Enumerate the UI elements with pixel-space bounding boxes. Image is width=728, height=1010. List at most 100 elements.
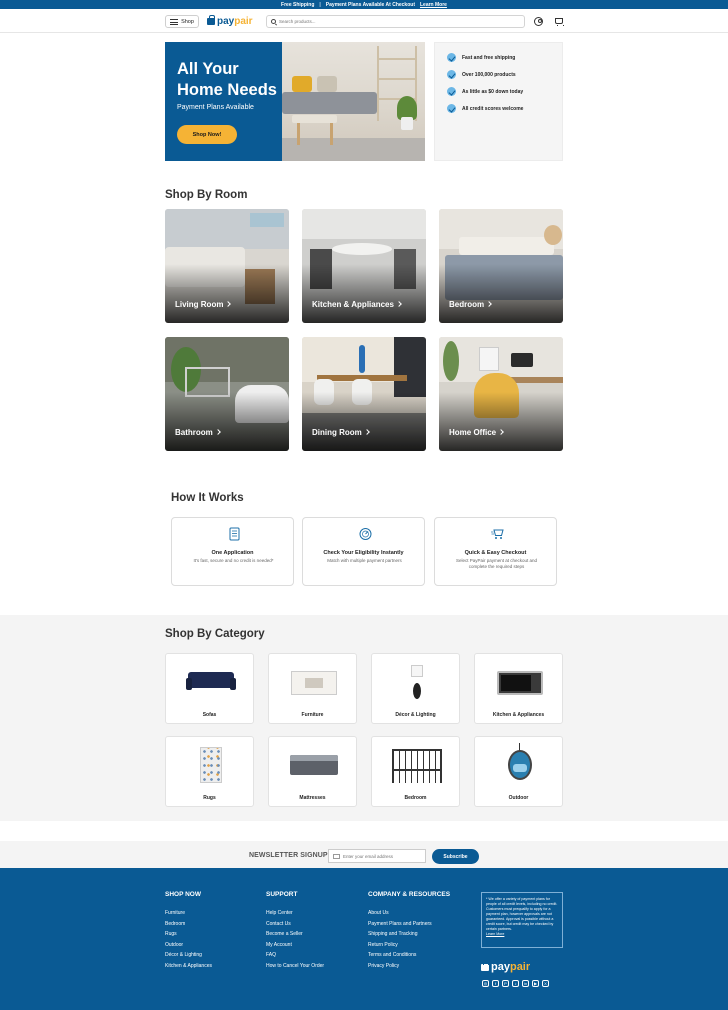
site-logo[interactable]: pay pair (207, 15, 253, 27)
chevron-right-icon (363, 429, 370, 435)
footer-link[interactable]: Privacy Policy (368, 963, 399, 969)
footer-link[interactable]: FAQ (266, 952, 276, 958)
category-card-furniture[interactable]: Furniture (268, 653, 357, 724)
footer-support-heading: SUPPORT (266, 891, 298, 898)
footer-link[interactable]: Help Center (266, 910, 293, 916)
rug-illustration (200, 747, 222, 783)
how-step-card: Quick & Easy Checkout Select PayPair pay… (434, 517, 557, 586)
category-label: Décor & Lighting (395, 712, 436, 718)
footer-link[interactable]: How to Cancel Your Order (266, 963, 324, 969)
check-icon (447, 104, 456, 113)
chevron-right-icon (486, 301, 492, 307)
search-icon (271, 19, 276, 24)
category-label: Outdoor (508, 795, 529, 801)
footer-link[interactable]: Terms and Conditions (368, 952, 416, 958)
footer-link[interactable]: Décor & Lighting (165, 952, 202, 958)
footer-link[interactable]: Kitchen & Appliances (165, 963, 212, 969)
feature-item: Over 100,000 products (447, 70, 516, 79)
category-label: Kitchen & Appliances (492, 712, 545, 718)
subscribe-button[interactable]: Subscribe (432, 849, 479, 864)
disclaimer-text: * We offer a variety of payment plans fo… (486, 897, 558, 931)
shop-menu-button[interactable]: Shop (165, 15, 199, 28)
footer-link[interactable]: Contact Us (266, 921, 291, 927)
footer-link[interactable]: Shipping and Tracking (368, 931, 417, 937)
feature-text: All credit scores welcome (462, 105, 524, 112)
category-card-bedroom[interactable]: Bedroom (371, 736, 460, 807)
lamp-illustration (544, 225, 562, 245)
announcement-payment: Payment Plans Available At Checkout (325, 1, 415, 8)
hamburger-icon (170, 18, 179, 25)
room-tile-bathroom[interactable]: Bathroom (165, 337, 289, 451)
footer-logo[interactable]: pay pair (481, 960, 531, 973)
category-section (0, 615, 728, 821)
account-icon[interactable] (534, 17, 543, 26)
step-title: One Application (211, 550, 254, 556)
x-icon[interactable]: X (542, 980, 549, 987)
room-tile-kitchen[interactable]: Kitchen & Appliances (302, 209, 426, 323)
footer-link[interactable]: Bedroom (165, 921, 185, 927)
footer-link[interactable]: Rugs (165, 931, 177, 937)
category-label: Furniture (301, 712, 324, 718)
category-card-sofas[interactable]: Sofas (165, 653, 254, 724)
wall-art-illustration (250, 213, 284, 227)
how-step-card: Check Your Eligibility Instantly Match w… (302, 517, 425, 586)
sofa-illustration (282, 92, 377, 114)
chevron-right-icon (498, 429, 504, 435)
newsletter-input-wrap[interactable] (328, 849, 426, 863)
category-label: Mattresses (299, 795, 326, 801)
footer-link[interactable]: Payment Plans and Partners (368, 921, 432, 927)
linkedin-icon[interactable]: in (522, 980, 529, 987)
how-it-works-title: How It Works (171, 492, 244, 504)
table-leg (330, 123, 333, 145)
room-tile-bedroom[interactable]: Bedroom (439, 209, 563, 323)
hero-living-room-image (282, 42, 425, 161)
pinterest-icon[interactable]: P (502, 980, 509, 987)
footer-link[interactable]: Furniture (165, 910, 185, 916)
application-icon (229, 527, 240, 541)
footer-link[interactable]: About Us (368, 910, 389, 916)
newsletter-bar: NEWSLETTER SIGNUP Subscribe (0, 841, 728, 868)
footer-link[interactable]: Become a Seller (266, 931, 303, 937)
search-input[interactable] (279, 19, 509, 24)
youtube-icon[interactable]: ▶ (532, 980, 539, 987)
email-field[interactable] (343, 853, 423, 859)
tile-shade (302, 392, 426, 451)
room-tile-home-office[interactable]: Home Office (439, 337, 563, 451)
learn-more-link[interactable]: Learn More (420, 2, 447, 8)
logo-pay: pay (217, 16, 235, 27)
logo-pair: pair (509, 961, 531, 973)
shop-now-button[interactable]: Shop Now! (177, 125, 237, 144)
footer-link[interactable]: My Account (266, 942, 292, 948)
category-label: Sofas (202, 712, 217, 718)
announcement-divider: | (319, 1, 321, 8)
check-icon (447, 53, 456, 62)
sofa-arm (186, 678, 192, 690)
feature-item: Fast and free shipping (447, 53, 515, 62)
logo-pair: pair (234, 16, 253, 27)
footer-link[interactable]: Return Policy (368, 942, 398, 948)
tile-shade (165, 264, 289, 323)
category-card-kitchen[interactable]: Kitchen & Appliances (474, 653, 563, 724)
room-tile-dining-room[interactable]: Dining Room (302, 337, 426, 451)
category-card-decor[interactable]: Décor & Lighting (371, 653, 460, 724)
microwave-window (501, 675, 531, 691)
category-card-rugs[interactable]: Rugs (165, 736, 254, 807)
social-links: ◎ f P ♪ in ▶ X (482, 980, 549, 987)
hero-title: All Your Home Needs (177, 60, 277, 99)
mattress-top (290, 755, 338, 761)
fast-cart-icon (491, 529, 504, 539)
category-card-outdoor[interactable]: Outdoor (474, 736, 563, 807)
facebook-icon[interactable]: f (492, 980, 499, 987)
sofa-arm (230, 678, 236, 690)
footer-link[interactable]: Outdoor (165, 942, 183, 948)
disclaimer-learn-more-link[interactable]: Learn More (486, 932, 504, 936)
tiktok-icon[interactable]: ♪ (512, 980, 519, 987)
plant-illustration (443, 341, 459, 381)
room-tile-living-room[interactable]: Living Room (165, 209, 289, 323)
instagram-icon[interactable]: ◎ (482, 980, 489, 987)
shop-by-category-title: Shop By Category (165, 628, 265, 640)
cart-icon[interactable] (555, 18, 564, 26)
chair-cushion (513, 764, 527, 772)
search-box[interactable] (266, 15, 525, 28)
category-card-mattresses[interactable]: Mattresses (268, 736, 357, 807)
